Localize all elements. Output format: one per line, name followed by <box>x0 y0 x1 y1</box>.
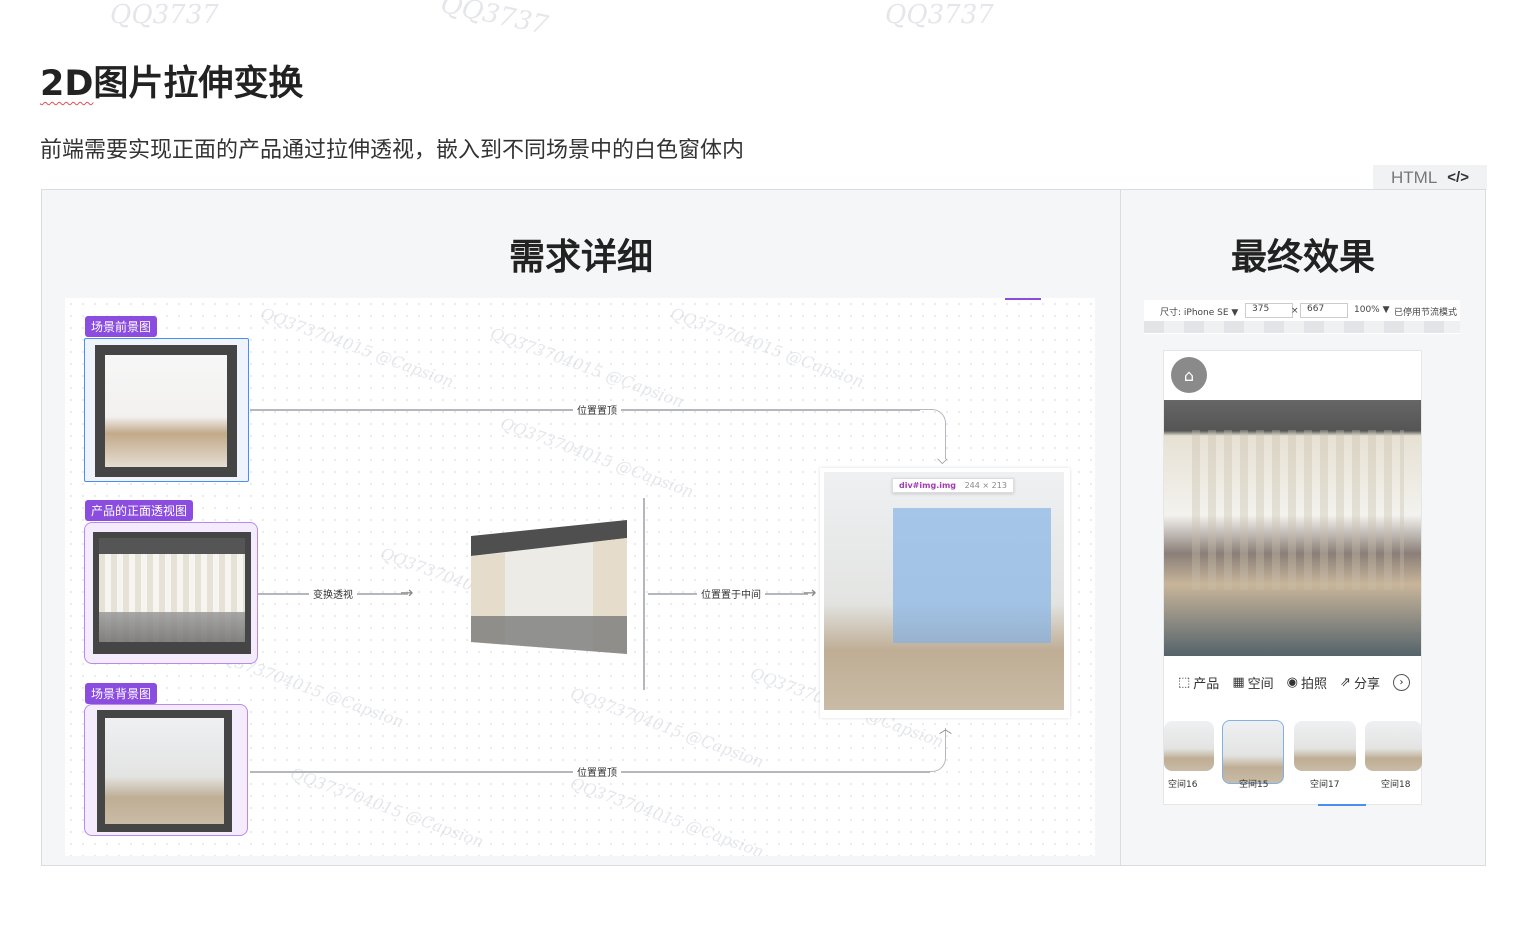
tag-foreground: 场景前景图 <box>85 316 158 337</box>
bottom-toolbar: ⬚ 产品 ▦ 空间 ◉ 拍照 ⇗ 分享 › <box>1178 673 1410 692</box>
watermark: QQ3737 <box>885 0 994 30</box>
edge-divider <box>643 498 645 690</box>
arrow-right-icon: → <box>400 583 414 602</box>
room-card[interactable] <box>1365 721 1422 771</box>
toolbar-space-label: 空间 <box>1247 677 1274 692</box>
code-tab-label: HTML <box>1391 167 1438 187</box>
toolbar-camera[interactable]: ◉ 拍照 <box>1287 673 1327 692</box>
scroll-indicator <box>1318 804 1366 806</box>
home-button[interactable]: ⌂ <box>1171 357 1207 393</box>
device-toolbar: 尺寸: iPhone SE ▼ 375 × 667 100% ▼ 已停用节流模式 <box>1144 300 1460 334</box>
perspective-product <box>471 520 627 654</box>
toolbar-product[interactable]: ⬚ 产品 <box>1178 673 1219 692</box>
arrow-up-icon: ︿ <box>939 722 953 737</box>
camera-icon: ◉ <box>1286 675 1298 690</box>
canvas-watermark: QQ373704015 @Capsion <box>257 303 457 392</box>
canvas-watermark: QQ373704015 @Capsion <box>497 413 697 502</box>
width-input[interactable]: 375 <box>1245 303 1293 318</box>
watermark: QQ3737 <box>110 0 219 30</box>
room-label: 空间18 <box>1381 780 1411 790</box>
edge-label-center: 位置置于中间 <box>697 586 765 601</box>
tag-product: 产品的正面透视图 <box>85 500 194 521</box>
toolbar-product-label: 产品 <box>1193 677 1220 692</box>
edge-label-bottom: 位置置顶 <box>573 764 621 779</box>
result-node[interactable]: div#img.img 244 × 213 <box>820 468 1070 718</box>
product-icon: ⬚ <box>1178 675 1191 690</box>
space-icon: ▦ <box>1232 675 1245 690</box>
toolbar-camera-label: 拍照 <box>1301 677 1328 692</box>
device-ruler <box>1144 321 1460 333</box>
product-node[interactable] <box>84 522 258 664</box>
home-icon: ⌂ <box>1183 365 1195 385</box>
canvas-watermark: QQ373704015 @Capsion <box>287 763 487 852</box>
share-icon: ⇗ <box>1340 675 1351 690</box>
foreground-thumbnail <box>95 345 237 477</box>
throttle-mode[interactable]: 已停用节流模式 <box>1394 305 1457 318</box>
code-icon: </> <box>1447 169 1469 186</box>
room-label: 空间17 <box>1310 780 1340 790</box>
toolbar-share[interactable]: ⇗ 分享 <box>1340 673 1380 692</box>
times-sign: × <box>1291 306 1299 316</box>
foreground-node[interactable] <box>84 338 249 482</box>
zoom-select[interactable]: 100% ▼ <box>1354 305 1390 315</box>
inspector-tooltip: div#img.img 244 × 213 <box>892 478 1014 493</box>
code-toggle-button[interactable]: HTML </> <box>1373 165 1487 190</box>
toolbar-space[interactable]: ▦ 空间 <box>1232 673 1273 692</box>
toolbar-share-label: 分享 <box>1353 677 1380 692</box>
next-icon[interactable]: › <box>1392 674 1410 691</box>
canvas-watermark: QQ373704015 @Capsion <box>667 303 867 392</box>
panel-divider <box>1120 190 1121 866</box>
room-label: 空间16 <box>1168 780 1198 790</box>
left-panel-title: 需求详细 <box>509 237 654 278</box>
background-node[interactable] <box>84 704 248 836</box>
result-curtain-overlay <box>893 508 1051 643</box>
device-select[interactable]: 尺寸: iPhone SE ▼ <box>1160 305 1238 318</box>
product-thumbnail <box>93 532 251 654</box>
room-card[interactable] <box>1294 721 1356 771</box>
room-card[interactable] <box>1164 721 1214 771</box>
tag-background: 场景背景图 <box>85 683 158 704</box>
edge-label-top: 位置置顶 <box>573 402 621 417</box>
watermark: QQ3737 <box>438 0 551 41</box>
arrow-down-icon: ⌵ <box>937 452 948 468</box>
background-thumbnail <box>97 710 232 832</box>
scene-image <box>1164 400 1421 656</box>
height-input[interactable]: 667 <box>1300 303 1348 318</box>
room-label: 空间15 <box>1239 780 1269 790</box>
arrow-right-icon: → <box>803 583 817 602</box>
canvas-watermark: QQ373704015 @Capsion <box>567 773 767 856</box>
room-card-selected[interactable] <box>1222 720 1284 784</box>
canvas-watermark: QQ373704015 @Capsion <box>567 683 767 772</box>
selection-marker <box>1005 298 1041 300</box>
page-subtitle: 前端需要实现正面的产品通过拉伸透视，嵌入到不同场景中的白色窗体内 <box>40 138 745 163</box>
edge-label-transform: 变换透视 <box>309 586 357 601</box>
canvas-watermark: QQ373704015 @Capsion <box>487 323 687 412</box>
right-panel-title: 最终效果 <box>1231 237 1376 278</box>
page-title: 2D图片拉伸变换 <box>40 64 304 104</box>
flow-canvas: QQ373704015 @Capsion QQ373704015 @Capsio… <box>65 298 1095 856</box>
